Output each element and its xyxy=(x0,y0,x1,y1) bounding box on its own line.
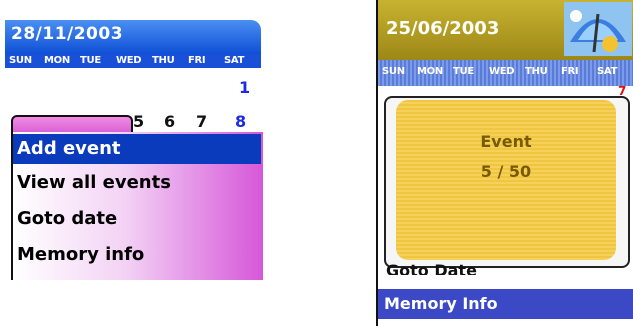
weekday-thu: THU xyxy=(152,55,175,66)
event-title: Event xyxy=(480,132,532,151)
menu-item-goto-date[interactable]: Goto Date xyxy=(386,255,477,275)
right-phone-screen: 25/06/2003 SUN MON TUE WED THU FRI SAT 7… xyxy=(376,0,633,326)
weekday-wed: WED xyxy=(489,66,515,77)
weekday-tue: TUE xyxy=(80,55,101,66)
menu-item-label: Goto Date xyxy=(386,261,477,275)
weekday-wed: WED xyxy=(116,55,142,66)
weekday-sat: SAT xyxy=(597,66,618,77)
umbrella-icon xyxy=(564,2,632,56)
weekday-header: SUN MON TUE WED THU FRI SAT xyxy=(5,54,261,68)
left-phone-screen: 28/11/2003 SUN MON TUE WED THU FRI SAT 1… xyxy=(5,20,263,280)
calendar-day[interactable]: 6 xyxy=(164,112,175,131)
calendar-day[interactable]: 5 xyxy=(133,112,144,131)
menu-item-label: Add event xyxy=(17,138,121,159)
weekday-thu: THU xyxy=(525,66,548,77)
current-date: 28/11/2003 xyxy=(11,24,124,44)
weekday-mon: MON xyxy=(417,66,443,77)
menu-item-label: View all events xyxy=(17,172,171,193)
weekday-tue: TUE xyxy=(453,66,474,77)
options-menu: Add event View all events Goto date Memo… xyxy=(11,132,263,280)
calendar-day[interactable]: 7 xyxy=(196,112,207,131)
calendar-day-1[interactable]: 1 xyxy=(239,78,250,97)
menu-item-label: Memory info xyxy=(17,244,145,265)
weekday-sun: SUN xyxy=(382,66,405,77)
calendar-title-bar: 28/11/2003 xyxy=(5,20,261,54)
event-info-card: Event 5 / 50 xyxy=(396,100,616,260)
event-count: 5 / 50 xyxy=(480,162,532,181)
weekday-sat: SAT xyxy=(224,55,245,66)
menu-item-add-event[interactable]: Add event xyxy=(13,134,261,164)
weekday-fri: FRI xyxy=(561,66,579,77)
current-date: 25/06/2003 xyxy=(386,18,500,39)
weekday-fri: FRI xyxy=(188,55,206,66)
weekday-header: SUN MON TUE WED THU FRI SAT xyxy=(378,60,633,86)
menu-item-view-all-events[interactable]: View all events xyxy=(13,168,261,198)
weekday-sun: SUN xyxy=(9,55,32,66)
menu-item-goto-date[interactable]: Goto date xyxy=(13,204,261,234)
calendar-day[interactable]: 8 xyxy=(235,112,246,131)
weekday-mon: MON xyxy=(44,55,70,66)
menu-item-memory-info[interactable]: Memory Info xyxy=(378,289,633,319)
menu-item-label: Memory Info xyxy=(384,294,498,313)
menu-item-memory-info[interactable]: Memory info xyxy=(13,240,261,270)
menu-item-label: Goto date xyxy=(17,208,118,229)
calendar-title-bar: 25/06/2003 xyxy=(378,0,633,60)
